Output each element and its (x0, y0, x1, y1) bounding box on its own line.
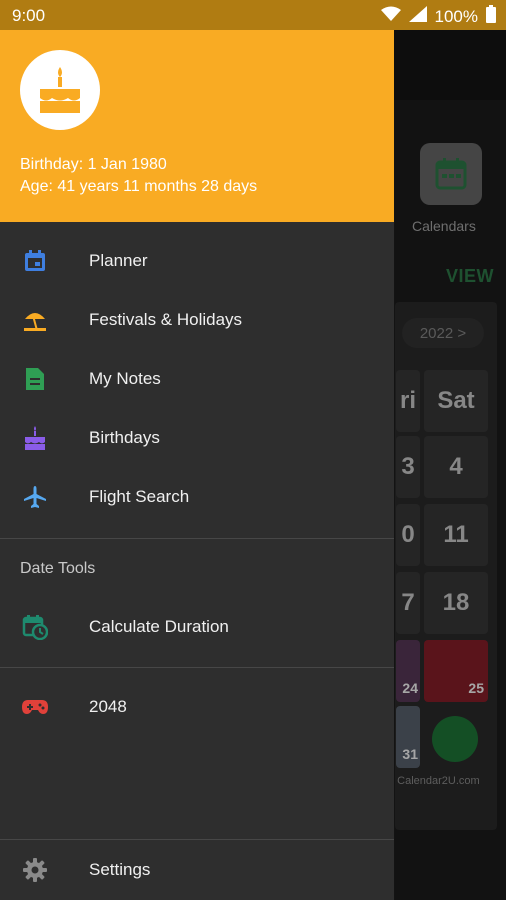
birthday-cake-icon (40, 67, 80, 113)
menu-item-label: Calculate Duration (89, 617, 229, 636)
menu-item-label: My Notes (89, 369, 161, 388)
screen: 9:00 100% Calendars VIEW 2022 > ri Sat 3… (0, 0, 506, 900)
menu-item-2048[interactable]: 2048 (0, 679, 394, 735)
menu-item-settings[interactable]: Settings (0, 842, 394, 898)
birthday-text: Birthday: 1 Jan 1980 (20, 156, 167, 173)
cake-icon (22, 425, 48, 451)
note-icon (22, 366, 48, 392)
divider (0, 667, 394, 668)
drawer-header: Birthday: 1 Jan 1980 Age: 41 years 11 mo… (0, 30, 394, 222)
airplane-icon (22, 484, 48, 510)
menu-item-flight-search[interactable]: Flight Search (0, 469, 394, 525)
status-bar: 9:00 100% (0, 0, 506, 30)
menu-item-label: 2048 (89, 697, 127, 716)
beach-umbrella-icon (22, 307, 48, 333)
gamepad-icon (22, 694, 48, 720)
signal-icon (408, 6, 427, 27)
age-text: Age: 41 years 11 months 28 days (20, 178, 258, 195)
avatar[interactable] (20, 50, 100, 130)
menu-item-my-notes[interactable]: My Notes (0, 351, 394, 407)
menu-item-calculate-duration[interactable]: Calculate Duration (0, 599, 394, 655)
gear-icon (22, 857, 48, 883)
menu-item-label: Festivals & Holidays (89, 310, 243, 329)
wifi-icon (380, 6, 401, 27)
menu-item-festivals[interactable]: Festivals & Holidays (0, 292, 394, 348)
menu-item-label: Flight Search (89, 487, 190, 506)
section-title: Date Tools (20, 560, 96, 577)
navigation-drawer: Birthday: 1 Jan 1980 Age: 41 years 11 mo… (0, 30, 394, 900)
calendar-clock-icon (22, 614, 48, 640)
status-time: 9:00 (12, 6, 46, 25)
battery-percent: 100% (434, 6, 478, 26)
menu-item-label: Planner (89, 251, 148, 270)
calendar-icon (22, 248, 48, 274)
menu-item-planner[interactable]: Planner (0, 233, 394, 289)
divider (0, 538, 394, 539)
menu-item-birthdays[interactable]: Birthdays (0, 410, 394, 466)
battery-icon (486, 5, 496, 28)
menu-item-label: Birthdays (89, 428, 160, 447)
menu-item-label: Settings (89, 860, 151, 879)
divider (0, 839, 394, 840)
